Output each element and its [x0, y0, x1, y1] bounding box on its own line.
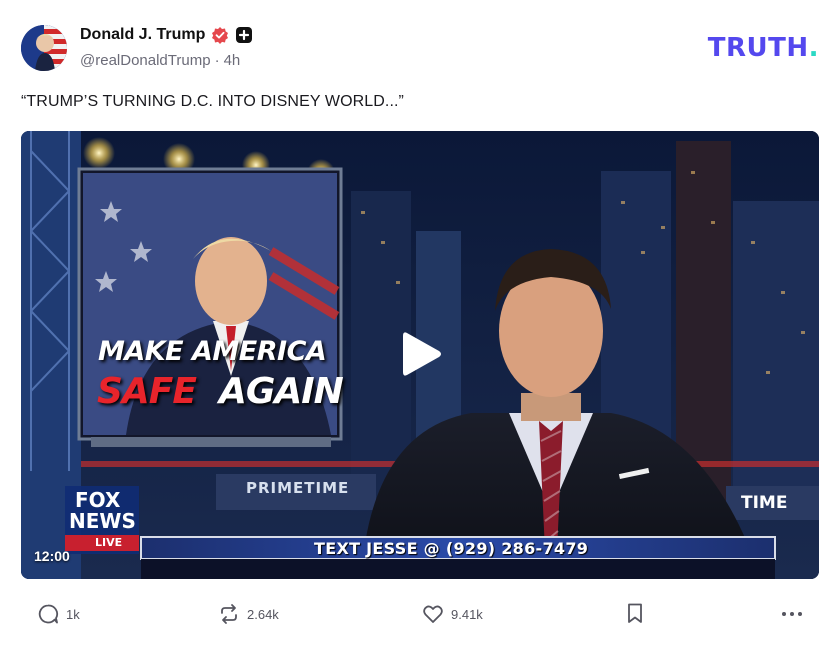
overlay-headline-again: AGAIN [219, 371, 344, 412]
network-logo: FOX NEWS LIVE [65, 486, 139, 554]
author-display-name[interactable]: Donald J. Trump [80, 26, 205, 44]
overlay-show-title: PRIMETIME [246, 479, 350, 497]
brand-dot: . [808, 33, 819, 63]
author-name-row: Donald J. Trump [80, 25, 253, 45]
avatar[interactable] [21, 25, 67, 71]
more-options-button[interactable] [780, 603, 804, 625]
video-media[interactable]: MAKE AMERICA SAFE AGAIN PRIMETIME TIME T… [21, 131, 819, 579]
truth-post: Donald J. Trump @realDonaldTrump · 4h TR… [0, 0, 840, 649]
post-text: “TRUMP’S TURNING D.C. INTO DISNEY WORLD.… [21, 93, 404, 110]
author-handle-row: @realDonaldTrump · 4h [80, 52, 240, 69]
speech-bubble-icon [38, 604, 59, 624]
post-timestamp[interactable]: 4h [224, 52, 241, 69]
overlay-show-title-right: TIME [741, 493, 788, 513]
meta-separator: · [214, 52, 220, 69]
heart-icon [423, 605, 443, 623]
repost-count: 2.64k [247, 606, 279, 622]
author-handle[interactable]: @realDonaldTrump [80, 52, 211, 69]
video-duration: 12:00 [34, 548, 70, 564]
action-bar: 1k 2.64k 9.41k [0, 596, 840, 632]
like-button[interactable]: 9.41k [422, 603, 483, 625]
play-icon [403, 332, 441, 376]
overlay-headline-line1: MAKE AMERICA [98, 336, 327, 367]
overlay-ticker: TEXT JESSE @ (929) 286-7479 [314, 539, 589, 558]
reply-count: 1k [66, 606, 80, 622]
play-button[interactable] [399, 329, 443, 379]
bookmark-button[interactable] [625, 602, 645, 624]
verified-badge-icon [211, 26, 229, 44]
plus-badge-icon [235, 26, 253, 44]
bookmark-icon [628, 603, 642, 623]
more-dots-icon [782, 612, 802, 616]
network-logo-channel: LIVE [95, 536, 123, 549]
truth-logo[interactable]: TRUTH. [708, 33, 819, 63]
overlay-headline-safe: SAFE [97, 371, 197, 412]
brand-name: TRUTH [707, 33, 809, 63]
reply-button[interactable]: 1k [37, 603, 80, 625]
repost-button[interactable]: 2.64k [218, 603, 279, 625]
network-logo-bottom: NEWS [69, 509, 136, 533]
repost-arrows-icon [221, 604, 237, 624]
like-count: 9.41k [451, 606, 483, 622]
